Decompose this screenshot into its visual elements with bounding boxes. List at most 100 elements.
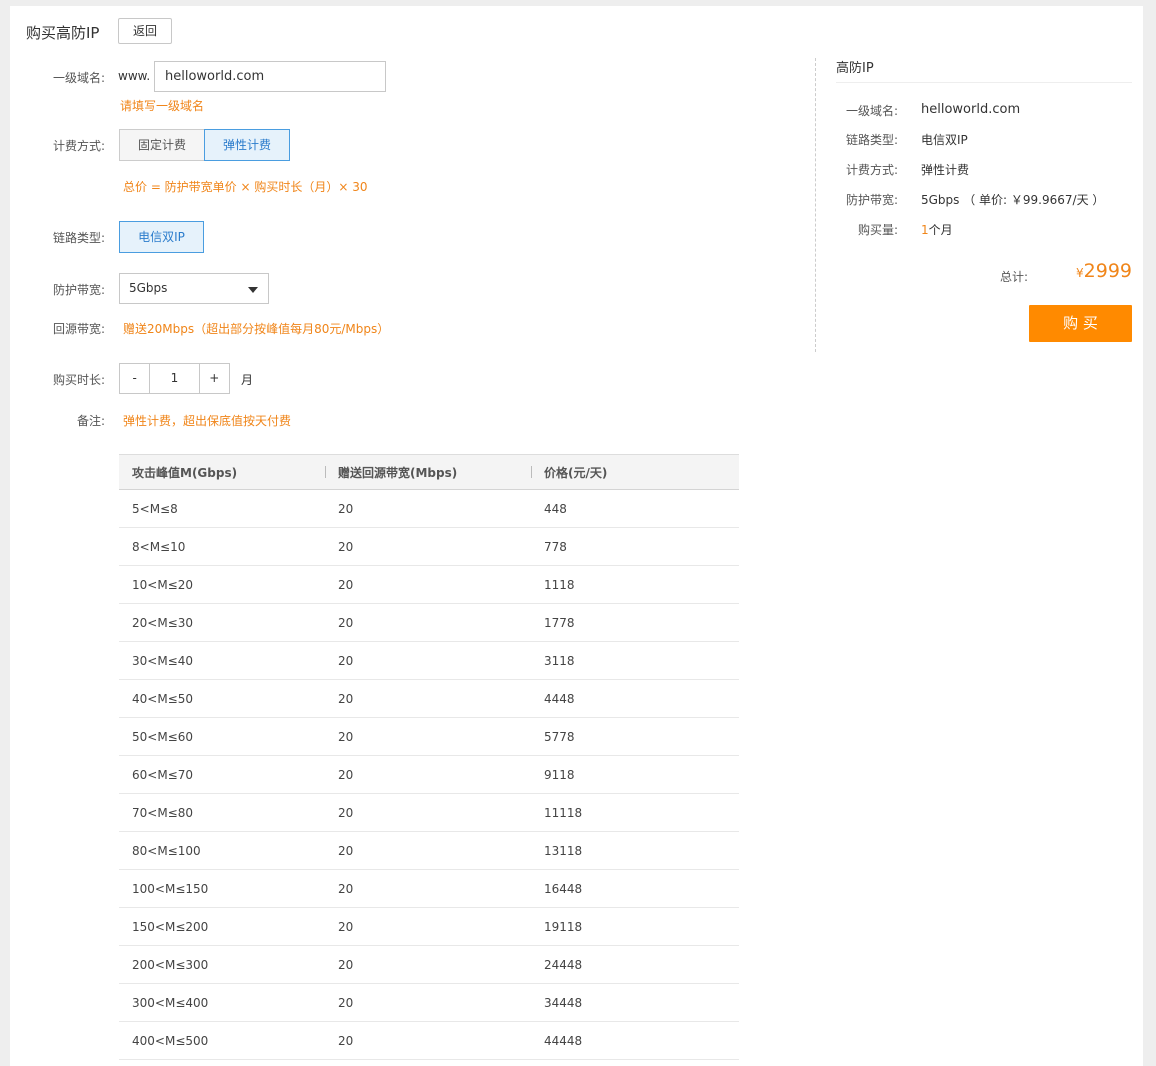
summary-quantity-number: 1 [921,223,929,237]
cell-origin-bandwidth: 20 [325,831,531,870]
cell-origin-bandwidth: 20 [325,565,531,604]
cell-attack-peak: 40<M≤50 [119,679,325,718]
billing-fixed-option[interactable]: 固定计费 [119,129,205,161]
back-button[interactable]: 返回 [118,18,172,44]
col-origin-bandwidth: 赠送回源带宽(Mbps) [325,454,531,490]
domain-label: 一级域名: [52,71,105,85]
bandwidth-select-value: 5Gbps [129,281,168,295]
summary-quantity-label: 购买量: [857,223,898,237]
summary-title: 高防IP [836,61,874,76]
note-label: 备注: [76,414,105,428]
www-prefix: www. [118,69,151,83]
col-attack-peak: 攻击峰值M(Gbps) [119,454,325,490]
cell-origin-bandwidth: 20 [325,983,531,1022]
vertical-divider [815,58,816,352]
cell-price: 1118 [531,565,739,604]
line-type-telecom-option[interactable]: 电信双IP [119,221,204,253]
table-row: 100<M≤150 20 16448 [119,869,739,908]
cell-price: 24448 [531,945,739,984]
cell-origin-bandwidth: 20 [325,679,531,718]
cell-origin-bandwidth: 20 [325,603,531,642]
duration-label: 购买时长: [52,373,105,387]
note-text: 弹性计费，超出保底值按天付费 [123,414,292,428]
table-row: 10<M≤20 20 1118 [119,565,739,604]
cell-origin-bandwidth: 20 [325,869,531,908]
summary-line-value: 电信双IP [921,133,968,147]
table-row: 50<M≤60 20 5778 [119,717,739,756]
cell-origin-bandwidth: 20 [325,945,531,984]
cell-attack-peak: 8<M≤10 [119,527,325,566]
table-row: 400<M≤500 20 44448 [119,1021,739,1060]
cell-price: 13118 [531,831,739,870]
duration-plus-button[interactable]: + [200,364,229,393]
summary-divider [836,82,1132,83]
cell-price: 16448 [531,869,739,908]
summary-quantity-value: 1个月 [921,221,953,238]
table-row: 70<M≤80 20 11118 [119,793,739,832]
cell-origin-bandwidth: 20 [325,907,531,946]
origin-bandwidth-text: 赠送20Mbps（超出部分按峰值每月80元/Mbps） [123,322,390,336]
cell-price: 3118 [531,641,739,680]
table-row: 80<M≤100 20 13118 [119,831,739,870]
currency-symbol: ¥ [1076,266,1084,280]
col-price: 价格(元/天) [531,454,739,490]
bandwidth-select[interactable]: 5Gbps [119,273,269,304]
cell-attack-peak: 80<M≤100 [119,831,325,870]
cell-attack-peak: 30<M≤40 [119,641,325,680]
cell-price: 34448 [531,983,739,1022]
cell-origin-bandwidth: 20 [325,717,531,756]
buy-button[interactable]: 购 买 [1029,305,1132,342]
cell-origin-bandwidth: 20 [325,755,531,794]
table-row: 60<M≤70 20 9118 [119,755,739,794]
caret-down-icon [248,287,258,293]
cell-price: 448 [531,489,739,528]
cell-origin-bandwidth: 20 [325,1021,531,1060]
cell-attack-peak: 200<M≤300 [119,945,325,984]
cell-attack-peak: 10<M≤20 [119,565,325,604]
table-row: 20<M≤30 20 1778 [119,603,739,642]
duration-input[interactable]: 1 [149,364,200,393]
cell-price: 778 [531,527,739,566]
cell-price: 5778 [531,717,739,756]
cell-attack-peak: 50<M≤60 [119,717,325,756]
cell-price: 11118 [531,793,739,832]
billing-label: 计费方式: [52,139,105,153]
cell-origin-bandwidth: 20 [325,489,531,528]
cell-price: 44448 [531,1021,739,1060]
cell-attack-peak: 150<M≤200 [119,907,325,946]
summary-bandwidth-label: 防护带宽: [845,193,898,207]
cell-attack-peak: 70<M≤80 [119,793,325,832]
bandwidth-label: 防护带宽: [52,283,105,297]
summary-billing-label: 计费方式: [845,163,898,177]
cell-origin-bandwidth: 20 [325,793,531,832]
cell-price: 9118 [531,755,739,794]
cell-origin-bandwidth: 20 [325,641,531,680]
cell-price: 19118 [531,907,739,946]
duration-minus-button[interactable]: - [120,364,149,393]
cell-attack-peak: 20<M≤30 [119,603,325,642]
table-row: 40<M≤50 20 4448 [119,679,739,718]
line-type-label: 链路类型: [52,231,105,245]
price-table-header: 攻击峰值M(Gbps) 赠送回源带宽(Mbps) 价格(元/天) [119,454,739,490]
cell-attack-peak: 60<M≤70 [119,755,325,794]
price-table: 攻击峰值M(Gbps) 赠送回源带宽(Mbps) 价格(元/天) 5<M≤8 20… [119,454,739,1060]
table-row: 30<M≤40 20 3118 [119,641,739,680]
table-row: 200<M≤300 20 24448 [119,945,739,984]
billing-elastic-option[interactable]: 弹性计费 [204,129,290,161]
table-row: 8<M≤10 20 778 [119,527,739,566]
cell-price: 4448 [531,679,739,718]
total-price: ¥2999 [1076,260,1132,282]
origin-bandwidth-label: 回源带宽: [52,322,105,336]
billing-formula: 总价 = 防护带宽单价 × 购买时长（月）× 30 [123,180,368,194]
duration-stepper: - 1 + [119,363,230,394]
domain-input[interactable]: helloworld.com [154,61,386,92]
table-row: 300<M≤400 20 34448 [119,983,739,1022]
duration-unit: 月 [241,373,254,387]
summary-quantity-unit: 个月 [928,223,953,237]
page-title: 购买高防IP [26,24,100,42]
domain-hint: 请填写一级域名 [120,99,205,113]
cell-price: 1778 [531,603,739,642]
summary-domain-label: 一级域名: [845,104,898,118]
total-label: 总计: [1000,270,1029,284]
cell-origin-bandwidth: 20 [325,527,531,566]
